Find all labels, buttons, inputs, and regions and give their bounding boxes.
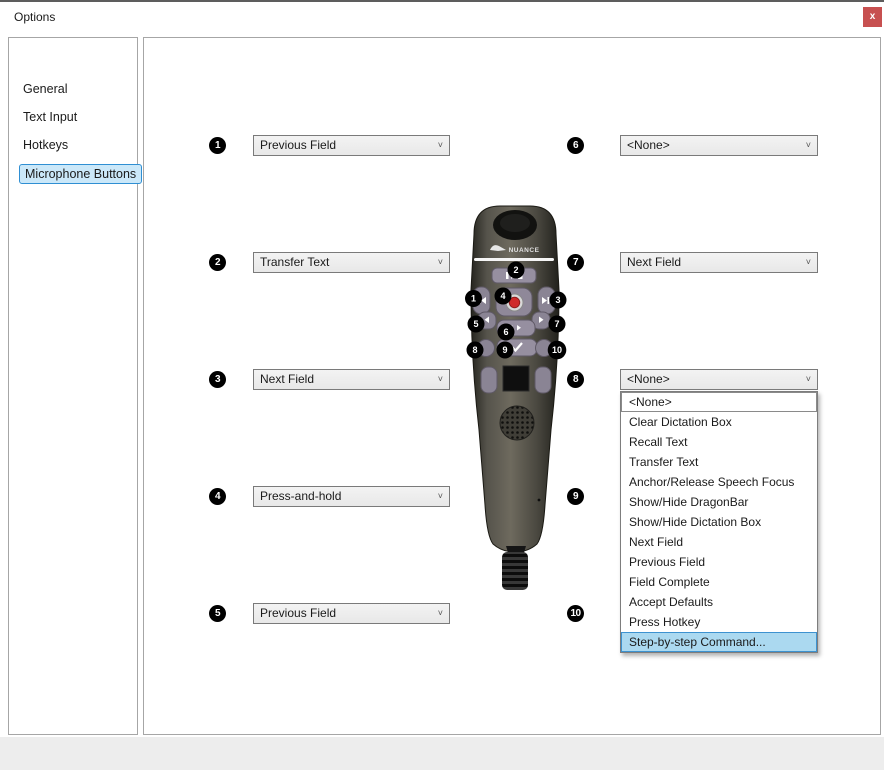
- mic-callout-3-label: 3: [555, 295, 560, 305]
- chevron-down-icon: ˅: [806, 253, 811, 272]
- button-5-badge: 5: [209, 605, 226, 622]
- mic-callout-6-label: 6: [503, 327, 508, 337]
- dropdown-option-previous-field[interactable]: Previous Field: [621, 552, 817, 572]
- button-10-badge: 10: [567, 605, 584, 622]
- button-6-action-value: <None>: [627, 138, 670, 152]
- coiled-cable: [502, 552, 528, 590]
- button-7-action-select[interactable]: Next Field ˅: [620, 252, 818, 273]
- button-8-action-value: <None>: [627, 372, 670, 386]
- button-6-badge: 6: [567, 137, 584, 154]
- chevron-down-icon: ˅: [806, 370, 811, 389]
- dropdown-option-transfer-text[interactable]: Transfer Text: [621, 452, 817, 472]
- mic-callout-4-label: 4: [500, 291, 505, 301]
- chevron-down-icon: ˅: [806, 136, 811, 155]
- powermic-illustration: NUANCE: [450, 200, 580, 592]
- sidebar-item-microphone-buttons[interactable]: Microphone Buttons: [19, 164, 142, 184]
- button-2-action-select[interactable]: Transfer Text ˅: [253, 252, 450, 273]
- mic-callout-9-label: 9: [502, 345, 507, 355]
- sidebar-item-general[interactable]: General: [23, 82, 67, 96]
- button-2-action-value: Transfer Text: [260, 255, 329, 269]
- mic-side-wing-left: [481, 367, 497, 393]
- dropdown-option-step-by-step-command[interactable]: Step-by-step Command...: [621, 632, 817, 652]
- button-4-badge: 4: [209, 488, 226, 505]
- chevron-down-icon: ˅: [438, 370, 443, 389]
- button-4-action-select[interactable]: Press-and-hold ˅: [253, 486, 450, 507]
- sidebar-item-hotkeys[interactable]: Hotkeys: [23, 138, 68, 152]
- dropdown-option-clear-dictation-box[interactable]: Clear Dictation Box: [621, 412, 817, 432]
- dialog-footer: Apply All Close Restore Defaults: [0, 737, 884, 770]
- mic-callout-1-label: 1: [471, 294, 476, 304]
- button-8-action-dropdown-list: <None> Clear Dictation Box Recall Text T…: [620, 391, 818, 653]
- dropdown-option-show-hide-dragonbar[interactable]: Show/Hide DragonBar: [621, 492, 817, 512]
- options-dialog: Options x General Text Input Hotkeys Mic…: [0, 0, 884, 770]
- mic-callout-2-label: 2: [513, 265, 518, 275]
- button-1-action-value: Previous Field: [260, 138, 336, 152]
- button-5-action-select[interactable]: Previous Field ˅: [253, 603, 450, 624]
- chevron-down-icon: ˅: [438, 604, 443, 623]
- close-window-button[interactable]: x: [863, 7, 882, 27]
- dropdown-option-anchor-release-speech-focus[interactable]: Anchor/Release Speech Focus: [621, 472, 817, 492]
- mic-callout-10-label: 10: [552, 345, 562, 355]
- button-5-action-value: Previous Field: [260, 606, 336, 620]
- button-3-action-value: Next Field: [260, 372, 314, 386]
- speaker-grille: [500, 406, 534, 440]
- button-8-action-select[interactable]: <None> ˅: [620, 369, 818, 390]
- dropdown-option-press-hotkey[interactable]: Press Hotkey: [621, 612, 817, 632]
- title-bar: Options x: [0, 2, 884, 34]
- button-1-badge: 1: [209, 137, 226, 154]
- mic-indicator-bar: [474, 258, 554, 261]
- button-7-action-value: Next Field: [627, 255, 681, 269]
- dropdown-option-show-hide-dictation-box[interactable]: Show/Hide Dictation Box: [621, 512, 817, 532]
- chevron-down-icon: ˅: [438, 253, 443, 272]
- mic-head-inner: [500, 214, 530, 232]
- mic-side-wing-right: [535, 367, 551, 393]
- close-icon: x: [870, 11, 876, 22]
- mic-callout-7-label: 7: [554, 319, 559, 329]
- options-sidebar: General Text Input Hotkeys Microphone Bu…: [8, 37, 138, 735]
- brand-label: NUANCE: [509, 247, 540, 254]
- button-6-action-select[interactable]: <None> ˅: [620, 135, 818, 156]
- button-3-badge: 3: [209, 371, 226, 388]
- dropdown-option-none[interactable]: <None>: [621, 392, 817, 412]
- mic-button-3-glyph: [548, 297, 550, 304]
- dropdown-option-accept-defaults[interactable]: Accept Defaults: [621, 592, 817, 612]
- mic-pinhole: [538, 499, 541, 502]
- button-2-badge: 2: [209, 254, 226, 271]
- chevron-down-icon: ˅: [438, 487, 443, 506]
- button-3-action-select[interactable]: Next Field ˅: [253, 369, 450, 390]
- window-title: Options: [14, 10, 55, 24]
- chevron-down-icon: ˅: [438, 136, 443, 155]
- button-4-action-value: Press-and-hold: [260, 489, 341, 503]
- sidebar-item-text-input[interactable]: Text Input: [23, 110, 77, 124]
- dropdown-option-recall-text[interactable]: Recall Text: [621, 432, 817, 452]
- mic-callout-5-label: 5: [473, 319, 478, 329]
- mic-scan-window: [503, 366, 529, 391]
- button-1-action-select[interactable]: Previous Field ˅: [253, 135, 450, 156]
- dropdown-option-next-field[interactable]: Next Field: [621, 532, 817, 552]
- mic-callout-8-label: 8: [472, 345, 477, 355]
- dropdown-option-field-complete[interactable]: Field Complete: [621, 572, 817, 592]
